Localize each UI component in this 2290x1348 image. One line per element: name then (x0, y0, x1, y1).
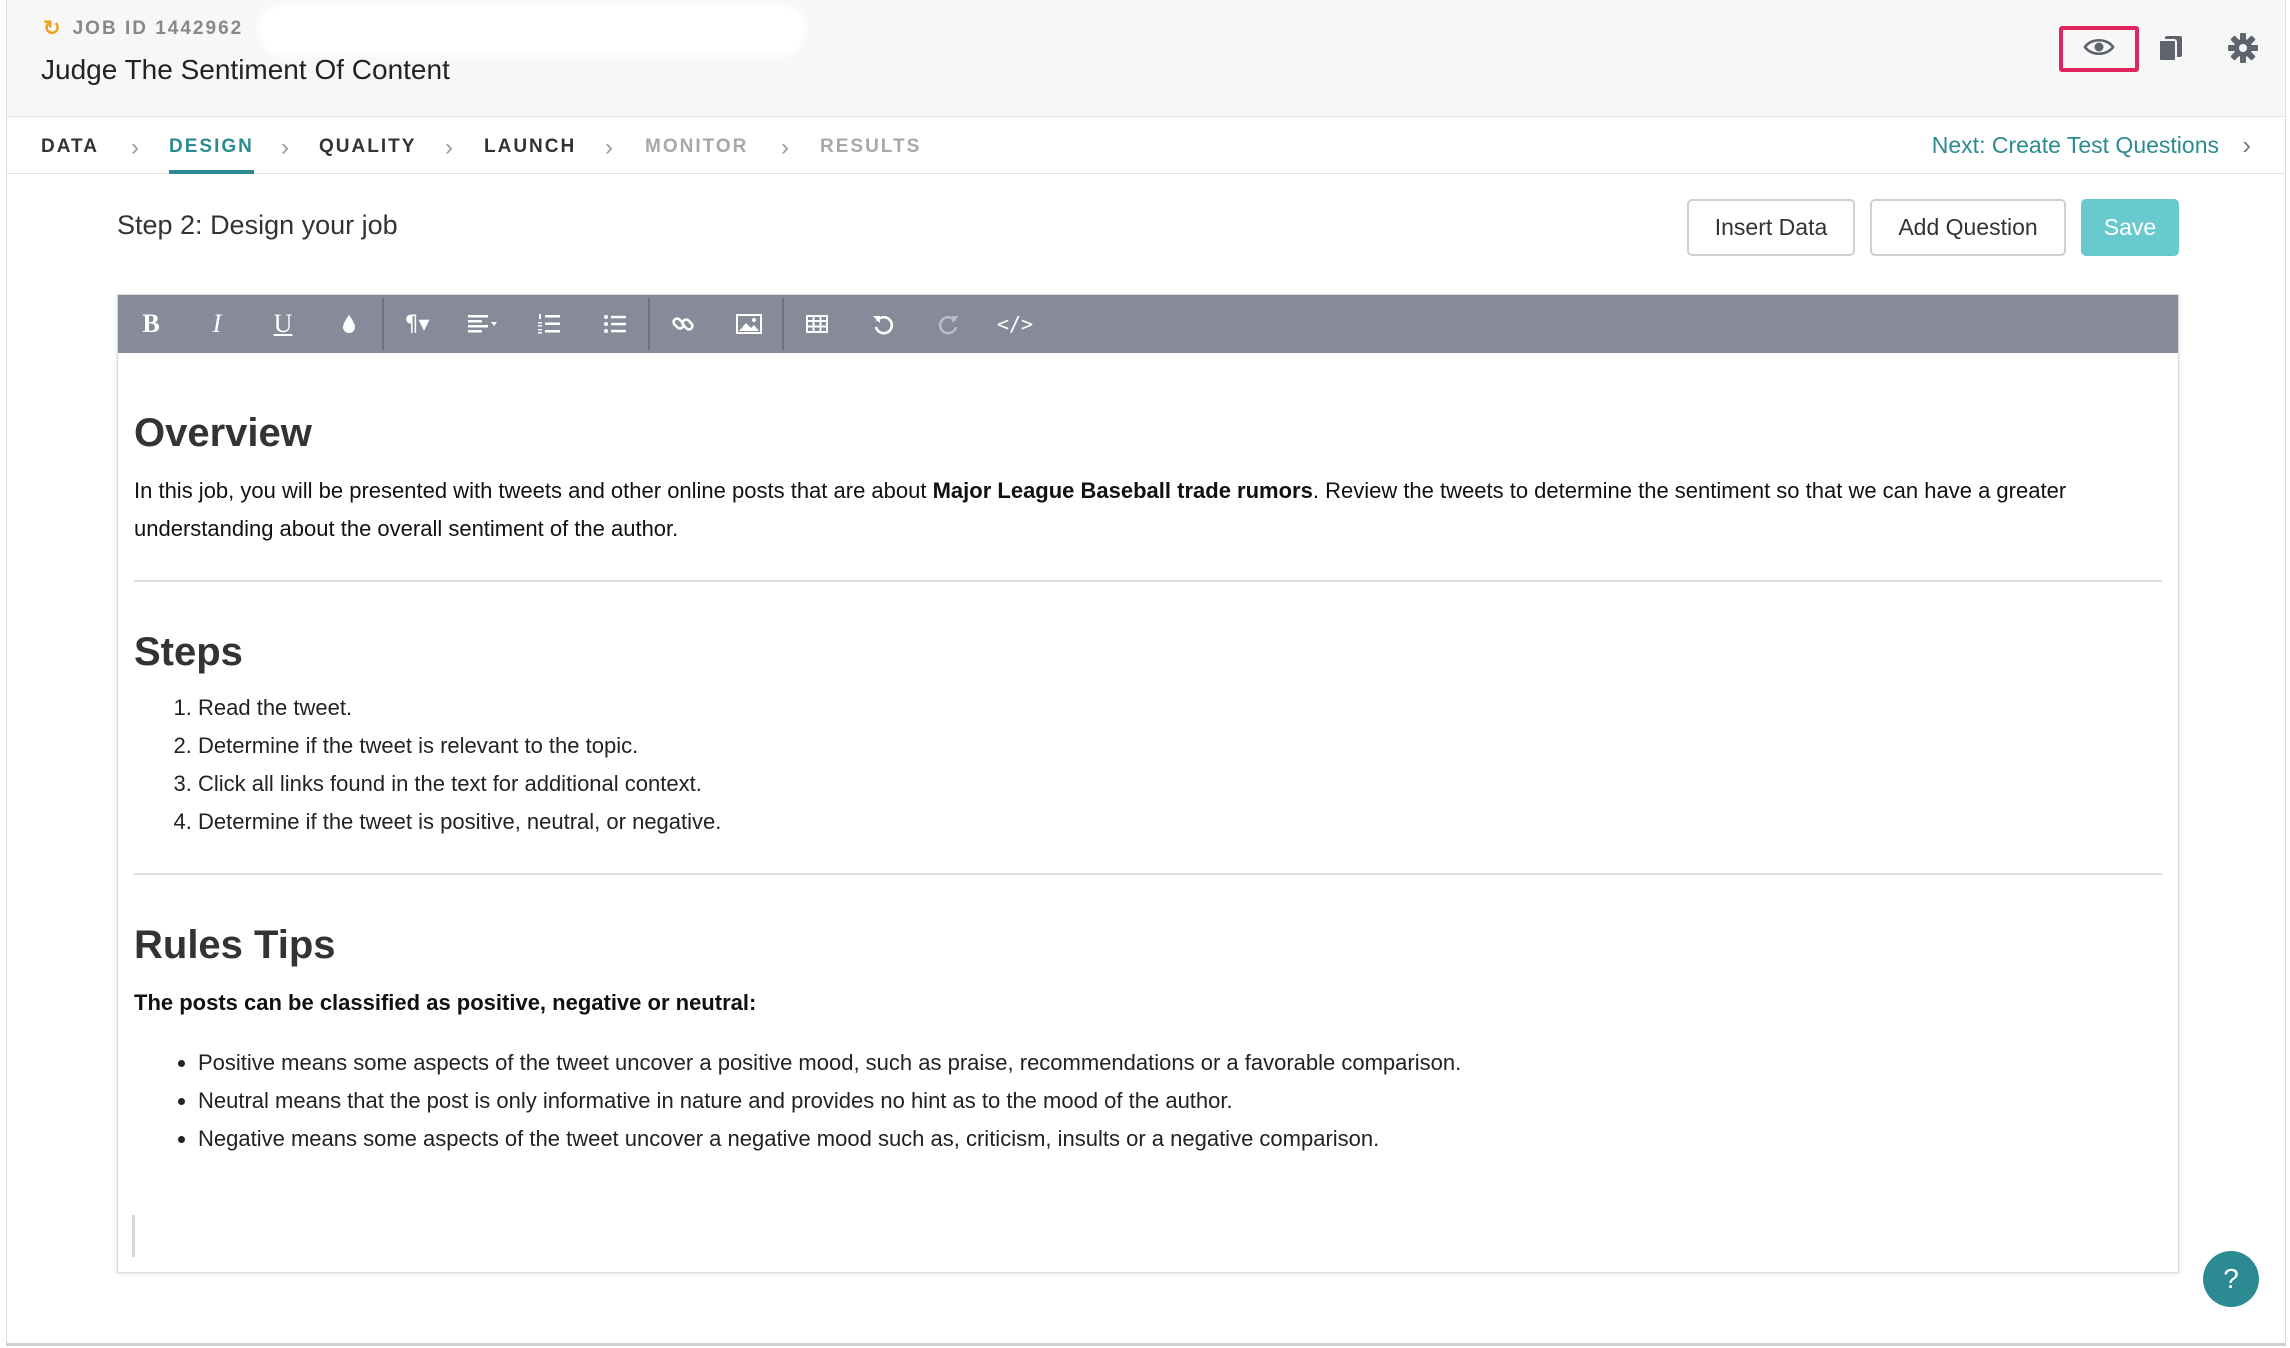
undo-icon[interactable] (850, 295, 916, 353)
chevron-right-icon: › (605, 134, 613, 161)
editor-content[interactable]: Overview In this job, you will be presen… (134, 353, 2162, 1158)
rules-list: Positive means some aspects of the tweet… (134, 1044, 2162, 1158)
chevron-right-icon: › (781, 134, 789, 161)
divider (134, 580, 2162, 582)
ordered-list-icon[interactable] (516, 295, 582, 353)
list-item: Negative means some aspects of the tweet… (198, 1120, 2162, 1158)
align-icon[interactable] (450, 295, 516, 353)
next-step-link[interactable]: Next: Create Test Questions (1932, 132, 2219, 159)
steps-heading: Steps (134, 630, 243, 674)
italic-icon[interactable]: I (184, 295, 250, 353)
list-item: Click all links found in the text for ad… (198, 765, 2162, 803)
overview-bold-text: Major League Baseball trade rumors (932, 478, 1313, 503)
step-nav: DATA › DESIGN › QUALITY › LAUNCH › MONIT… (7, 118, 2285, 174)
underline-icon[interactable]: U (250, 295, 316, 353)
paragraph-format-icon[interactable]: ¶▾ (384, 295, 450, 353)
link-icon[interactable] (650, 295, 716, 353)
bold-icon[interactable]: B (118, 295, 184, 353)
job-title: Judge The Sentiment Of Content (41, 54, 450, 85)
list-item: Determine if the tweet is relevant to th… (198, 727, 2162, 765)
list-item: Read the tweet. (198, 689, 2162, 727)
page-title: Step 2: Design your job (117, 210, 398, 240)
instructions-editor: B I U ¶▾ </> Overview In this job, you w… (117, 294, 2179, 1273)
preview-button[interactable] (2059, 26, 2139, 72)
divider (134, 873, 2162, 875)
refresh-icon: ↻ (43, 17, 63, 40)
tab-quality[interactable]: QUALITY (319, 136, 416, 174)
redo-icon[interactable] (916, 295, 982, 353)
job-header: ↻ JOB ID 1442962 Judge The Sentiment Of … (7, 0, 2285, 117)
chevron-right-icon: › (131, 134, 139, 161)
help-button[interactable]: ? (2203, 1251, 2259, 1307)
tab-launch[interactable]: LAUNCH (484, 136, 576, 174)
chevron-right-icon: › (445, 134, 453, 161)
image-icon[interactable] (716, 295, 782, 353)
text-color-icon[interactable] (316, 295, 382, 353)
job-id: ↻ JOB ID 1442962 (43, 16, 243, 41)
app-window: ↻ JOB ID 1442962 Judge The Sentiment Of … (6, 0, 2286, 1346)
copy-job-button[interactable] (2151, 30, 2191, 70)
tab-data[interactable]: DATA (41, 136, 99, 174)
editor-toolbar: B I U ¶▾ </> (118, 295, 2178, 353)
eye-icon (2083, 36, 2115, 63)
chevron-right-icon: › (281, 134, 289, 161)
rules-intro: The posts can be classified as positive,… (134, 990, 757, 1015)
text-cursor (132, 1215, 135, 1257)
redacted-area (257, 4, 807, 56)
copy-icon (2156, 33, 2186, 68)
rules-heading: Rules Tips (134, 923, 336, 967)
list-item: Determine if the tweet is positive, neut… (198, 803, 2162, 841)
insert-data-button[interactable]: Insert Data (1687, 199, 1855, 256)
table-icon[interactable] (784, 295, 850, 353)
tab-results: RESULTS (820, 136, 922, 157)
steps-list: Read the tweet. Determine if the tweet i… (134, 689, 2162, 841)
overview-heading: Overview (134, 411, 312, 455)
job-id-label: JOB ID 1442962 (72, 17, 244, 39)
code-view-icon[interactable]: </> (982, 295, 1048, 353)
overview-text: In this job, you will be presented with … (134, 478, 933, 503)
tab-monitor: MONITOR (645, 136, 749, 157)
save-button[interactable]: Save (2081, 199, 2179, 256)
gear-icon (2227, 32, 2259, 69)
add-question-button[interactable]: Add Question (1870, 199, 2066, 256)
chevron-right-icon[interactable]: › (2242, 130, 2251, 161)
settings-button[interactable] (2223, 30, 2263, 70)
list-item: Neutral means that the post is only info… (198, 1082, 2162, 1120)
unordered-list-icon[interactable] (582, 295, 648, 353)
tab-design[interactable]: DESIGN (169, 136, 254, 174)
overview-paragraph: In this job, you will be presented with … (134, 472, 2162, 548)
list-item: Positive means some aspects of the tweet… (198, 1044, 2162, 1082)
